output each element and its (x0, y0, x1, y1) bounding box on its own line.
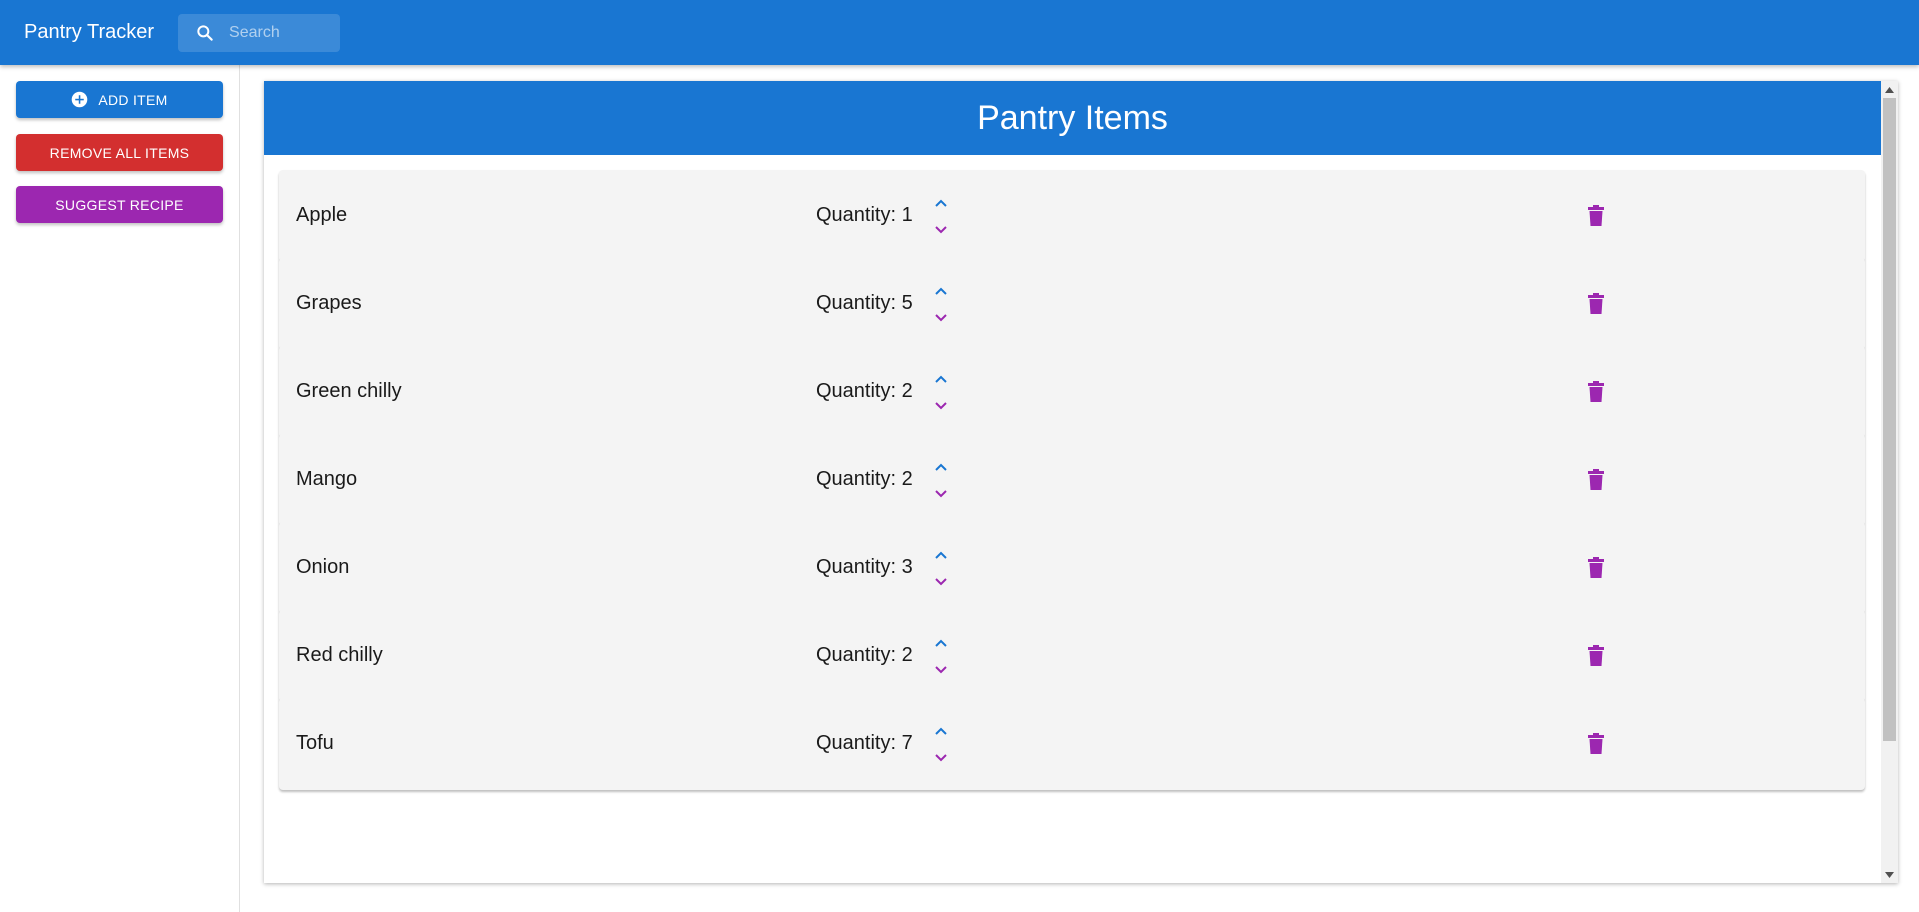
decrease-quantity-button[interactable] (930, 219, 952, 241)
add-circle-icon (71, 91, 89, 109)
quantity-stepper (930, 544, 952, 594)
trash-icon (1588, 293, 1604, 314)
remove-all-items-button[interactable]: REMOVE ALL ITEMS (16, 134, 223, 171)
increase-quantity-button[interactable] (930, 280, 952, 302)
increase-quantity-button[interactable] (930, 632, 952, 654)
chevron-up-icon (935, 287, 947, 295)
chevron-up-icon (935, 551, 947, 559)
item-name: Grapes (296, 292, 362, 314)
decrease-quantity-button[interactable] (930, 395, 952, 417)
chevron-down-icon (935, 578, 947, 586)
scrollbar[interactable] (1881, 81, 1898, 883)
panel-title: Pantry Items (977, 98, 1168, 137)
delete-item-button[interactable] (1584, 644, 1608, 668)
chevron-up-icon (935, 639, 947, 647)
search-input[interactable] (227, 22, 338, 43)
chevron-up-icon (935, 375, 947, 383)
quantity-stepper (930, 280, 952, 330)
item-quantity: Quantity: 1 (816, 204, 913, 226)
item-name: Apple (296, 204, 348, 226)
quantity-stepper (930, 368, 952, 418)
chevron-up-icon (935, 463, 947, 471)
item-quantity: Quantity: 2 (816, 468, 913, 490)
list-item: Mango Quantity: 2 (279, 434, 1865, 526)
app-title: Pantry Tracker (24, 21, 155, 43)
trash-icon (1588, 469, 1604, 490)
delete-item-button[interactable] (1584, 380, 1608, 404)
chevron-up-icon (935, 727, 947, 735)
chevron-down-icon (935, 402, 947, 410)
decrease-quantity-button[interactable] (930, 659, 952, 681)
chevron-down-icon (935, 226, 947, 234)
search-box[interactable] (178, 13, 341, 52)
suggest-recipe-label: SUGGEST RECIPE (55, 196, 184, 213)
item-name: Red chilly (296, 644, 383, 666)
chevron-down-icon (935, 314, 947, 322)
pantry-panel: Pantry Items Apple Quantity: 1 Grapes Qu… (264, 81, 1898, 883)
scrollbar-thumb[interactable] (1883, 98, 1896, 741)
item-name: Tofu (296, 732, 334, 754)
chevron-up-icon (935, 199, 947, 207)
quantity-stepper (930, 456, 952, 506)
item-quantity: Quantity: 5 (816, 292, 913, 314)
chevron-down-icon (935, 490, 947, 498)
delete-item-button[interactable] (1584, 204, 1608, 228)
list-item: Onion Quantity: 3 (279, 522, 1865, 614)
trash-icon (1588, 205, 1604, 226)
scroll-up-arrow[interactable] (1881, 81, 1898, 98)
increase-quantity-button[interactable] (930, 544, 952, 566)
decrease-quantity-button[interactable] (930, 307, 952, 329)
add-item-button[interactable]: ADD ITEM (16, 81, 223, 118)
list-item: Grapes Quantity: 5 (279, 258, 1865, 350)
delete-item-button[interactable] (1584, 556, 1608, 580)
item-quantity: Quantity: 3 (816, 556, 913, 578)
suggest-recipe-button[interactable]: SUGGEST RECIPE (16, 186, 223, 223)
list-item: Red chilly Quantity: 2 (279, 610, 1865, 702)
list-item: Green chilly Quantity: 2 (279, 346, 1865, 438)
chevron-down-icon (935, 666, 947, 674)
decrease-quantity-button[interactable] (930, 747, 952, 769)
decrease-quantity-button[interactable] (930, 571, 952, 593)
sidebar: ADD ITEM REMOVE ALL ITEMS SUGGEST RECIPE (0, 65, 240, 912)
increase-quantity-button[interactable] (930, 368, 952, 390)
list-item: Apple Quantity: 1 (279, 170, 1865, 262)
increase-quantity-button[interactable] (930, 192, 952, 214)
add-item-label: ADD ITEM (98, 91, 168, 108)
item-name: Onion (296, 556, 350, 578)
decrease-quantity-button[interactable] (930, 483, 952, 505)
quantity-stepper (930, 720, 952, 770)
item-quantity: Quantity: 7 (816, 732, 913, 754)
increase-quantity-button[interactable] (930, 720, 952, 742)
item-name: Green chilly (296, 380, 402, 402)
scroll-down-arrow[interactable] (1881, 866, 1898, 883)
quantity-stepper (930, 632, 952, 682)
delete-item-button[interactable] (1584, 292, 1608, 316)
panel-header: Pantry Items (264, 81, 1881, 155)
increase-quantity-button[interactable] (930, 456, 952, 478)
delete-item-button[interactable] (1584, 732, 1608, 756)
trash-icon (1588, 733, 1604, 754)
search-icon (195, 23, 215, 43)
trash-icon (1588, 645, 1604, 666)
pantry-list: Apple Quantity: 1 Grapes Quantity: 5 Gre… (264, 155, 1881, 883)
delete-item-button[interactable] (1584, 468, 1608, 492)
app-bar: Pantry Tracker (0, 0, 1919, 65)
remove-all-items-label: REMOVE ALL ITEMS (49, 144, 190, 161)
trash-icon (1588, 381, 1604, 402)
item-quantity: Quantity: 2 (816, 380, 913, 402)
item-name: Mango (296, 468, 358, 490)
list-item: Tofu Quantity: 7 (279, 698, 1865, 790)
item-quantity: Quantity: 2 (816, 644, 913, 666)
trash-icon (1588, 557, 1604, 578)
chevron-down-icon (935, 754, 947, 762)
quantity-stepper (930, 192, 952, 242)
